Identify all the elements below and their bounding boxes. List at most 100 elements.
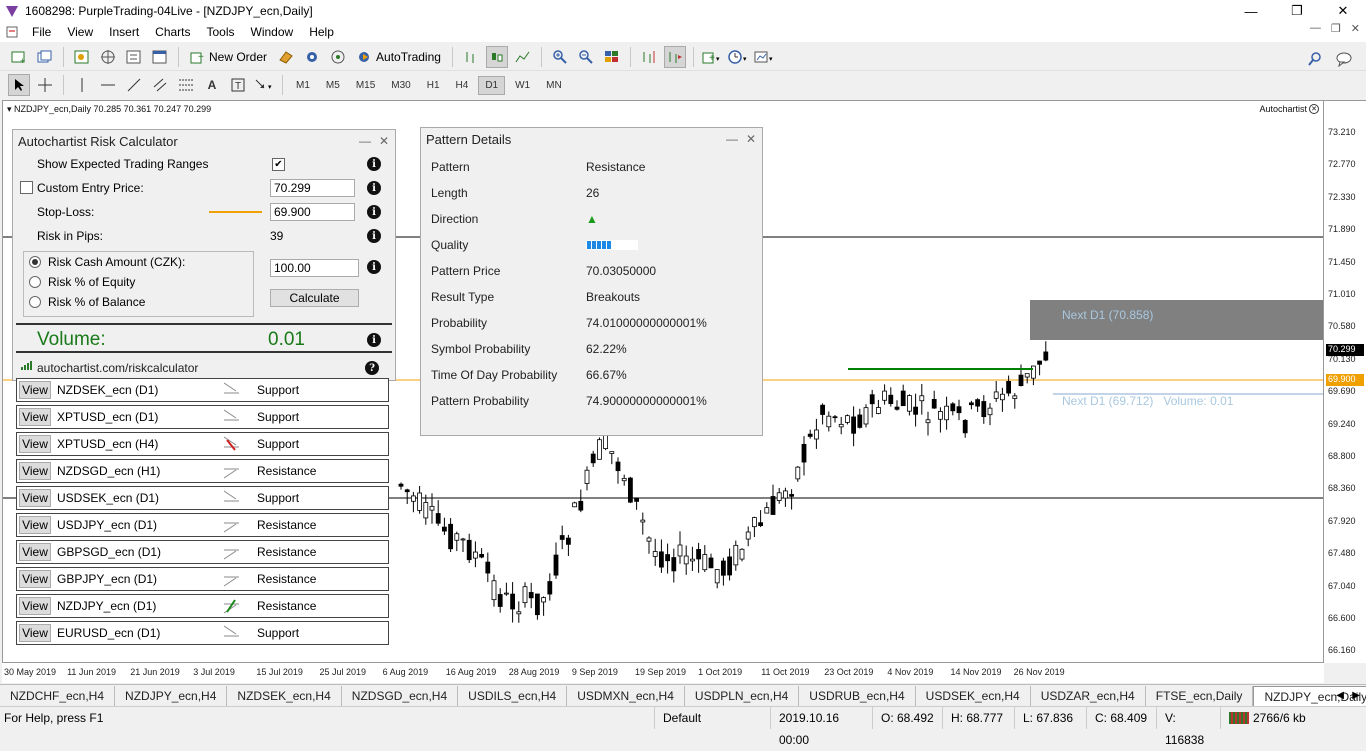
crosshair-icon[interactable] [34, 74, 56, 96]
chart-tab[interactable]: USDILS_ecn,H4 [458, 685, 568, 706]
info-icon[interactable]: i [367, 205, 381, 219]
candlesticks-icon[interactable] [485, 46, 508, 68]
chart-shift-icon[interactable] [638, 46, 660, 68]
show-ranges-checkbox[interactable]: ✔ [272, 158, 285, 171]
chart-tab[interactable]: USDRUB_ecn,H4 [799, 685, 916, 706]
view-button[interactable]: View [19, 516, 51, 534]
chart-tab[interactable]: USDSEK_ecn,H4 [916, 685, 1031, 706]
templates-icon[interactable]: ▾ [753, 46, 775, 68]
close-button[interactable]: ✕ [1320, 0, 1366, 22]
stop-loss-input[interactable]: 69.900 [270, 203, 355, 221]
mdi-restore-button[interactable]: ❐ [1331, 22, 1341, 35]
info-icon[interactable]: i [367, 333, 381, 347]
chart-tab[interactable]: NZDSEK_ecn,H4 [227, 685, 342, 706]
menu-help[interactable]: Help [301, 25, 342, 39]
info-icon[interactable]: i [367, 229, 381, 243]
terminal-icon[interactable] [149, 46, 171, 68]
market-icon[interactable] [327, 46, 349, 68]
view-button[interactable]: View [19, 624, 51, 642]
time-axis[interactable]: 30 May 2019 11 Jun 2019 21 Jun 2019 3 Jul 2… [2, 663, 1324, 683]
mdi-close-button[interactable]: ✕ [1351, 22, 1360, 35]
timeframe-m30[interactable]: M30 [385, 77, 416, 94]
timeframe-mn[interactable]: MN [540, 77, 568, 94]
zoom-out-icon[interactable] [575, 46, 597, 68]
risk-cash-radio[interactable] [29, 256, 41, 268]
panel-minimize-icon[interactable]: — [726, 132, 738, 146]
timeframe-h4[interactable]: H4 [450, 77, 475, 94]
vertical-line-icon[interactable] [71, 74, 93, 96]
view-button[interactable]: View [19, 489, 51, 507]
search-icon[interactable] [1304, 48, 1326, 70]
custom-entry-checkbox[interactable] [20, 181, 33, 194]
auto-scroll-icon[interactable] [663, 46, 686, 68]
fibonacci-icon[interactable] [175, 74, 197, 96]
price-axis[interactable]: 73.210 72.770 72.330 71.890 71.450 71.010 70.5… [1324, 100, 1366, 663]
new-order-button[interactable]: + New Order [186, 46, 271, 68]
panel-close-icon[interactable]: ✕ [746, 132, 756, 146]
info-icon[interactable]: i [367, 181, 381, 195]
menu-charts[interactable]: Charts [147, 25, 198, 39]
menu-file[interactable]: File [24, 25, 59, 39]
navigator-icon[interactable] [97, 46, 119, 68]
text-label-icon[interactable]: T [227, 74, 249, 96]
arrows-icon[interactable]: ▾ [253, 74, 275, 96]
view-button[interactable]: View [19, 408, 51, 426]
tab-scroll-right-icon[interactable]: ▶ [1352, 690, 1360, 701]
signals-icon[interactable] [301, 46, 323, 68]
risk-equity-radio[interactable] [29, 276, 41, 288]
view-button[interactable]: View [19, 543, 51, 561]
view-button[interactable]: View [19, 462, 51, 480]
panel-minimize-icon[interactable]: — [359, 134, 371, 148]
indicators-icon[interactable]: + ▾ [701, 46, 723, 68]
profiles-icon[interactable] [34, 46, 56, 68]
view-button[interactable]: View [19, 435, 51, 453]
document-icon[interactable] [0, 26, 24, 38]
timeframe-m1[interactable]: M1 [290, 77, 316, 94]
zoom-in-icon[interactable] [549, 46, 571, 68]
timeframe-w1[interactable]: W1 [509, 77, 536, 94]
view-button[interactable]: View [19, 381, 51, 399]
chart-tab[interactable]: FTSE_ecn,Daily [1146, 685, 1254, 706]
tab-scroll-left-icon[interactable]: ◀ [1336, 690, 1344, 701]
autochartist-label[interactable]: Autochartist ✕ [1259, 104, 1319, 114]
calculate-button[interactable]: Calculate [270, 289, 359, 307]
chart-tab[interactable]: NZDCHF_ecn,H4 [0, 685, 116, 706]
help-icon[interactable]: ? [365, 361, 379, 375]
line-chart-icon[interactable] [512, 46, 534, 68]
metaeditor-icon[interactable] [275, 46, 297, 68]
chart-tab[interactable]: NZDJPY_ecn,Daily [1253, 685, 1366, 706]
market-watch-icon[interactable] [71, 46, 93, 68]
text-icon[interactable]: A [201, 74, 223, 96]
tile-windows-icon[interactable] [601, 46, 623, 68]
chart-tab[interactable]: USDMXN_ecn,H4 [567, 685, 685, 706]
timeframe-d1[interactable]: D1 [478, 75, 506, 95]
equidistant-channel-icon[interactable] [149, 74, 171, 96]
chart-tab[interactable]: USDZAR_ecn,H4 [1031, 685, 1146, 706]
chart-tab[interactable]: NZDSGD_ecn,H4 [342, 685, 459, 706]
bar-chart-icon[interactable] [460, 46, 482, 68]
timeframe-m15[interactable]: M15 [350, 77, 381, 94]
minimize-button[interactable]: — [1228, 0, 1274, 22]
menu-tools[interactable]: Tools [199, 25, 243, 39]
new-chart-icon[interactable]: + [8, 46, 30, 68]
view-button[interactable]: View [19, 597, 51, 615]
data-window-icon[interactable] [123, 46, 145, 68]
menu-window[interactable]: Window [243, 25, 302, 39]
timeframe-m5[interactable]: M5 [320, 77, 346, 94]
menu-insert[interactable]: Insert [101, 25, 147, 39]
menu-view[interactable]: View [59, 25, 101, 39]
chart-tab[interactable]: USDPLN_ecn,H4 [685, 685, 800, 706]
horizontal-line-icon[interactable] [97, 74, 119, 96]
view-button[interactable]: View [19, 570, 51, 588]
info-icon[interactable]: i [367, 157, 381, 171]
cursor-icon[interactable] [8, 74, 30, 96]
autotrading-button[interactable]: AutoTrading [353, 46, 445, 68]
chart-tab[interactable]: NZDJPY_ecn,H4 [115, 685, 228, 706]
panel-close-icon[interactable]: ✕ [379, 134, 389, 148]
risk-amount-input[interactable]: 100.00 [270, 259, 359, 277]
maximize-button[interactable]: ❐ [1274, 0, 1320, 22]
trendline-icon[interactable] [123, 74, 145, 96]
custom-entry-input[interactable]: 70.299 [270, 179, 355, 197]
periods-icon[interactable]: ▾ [727, 46, 749, 68]
info-icon[interactable]: i [367, 260, 381, 274]
